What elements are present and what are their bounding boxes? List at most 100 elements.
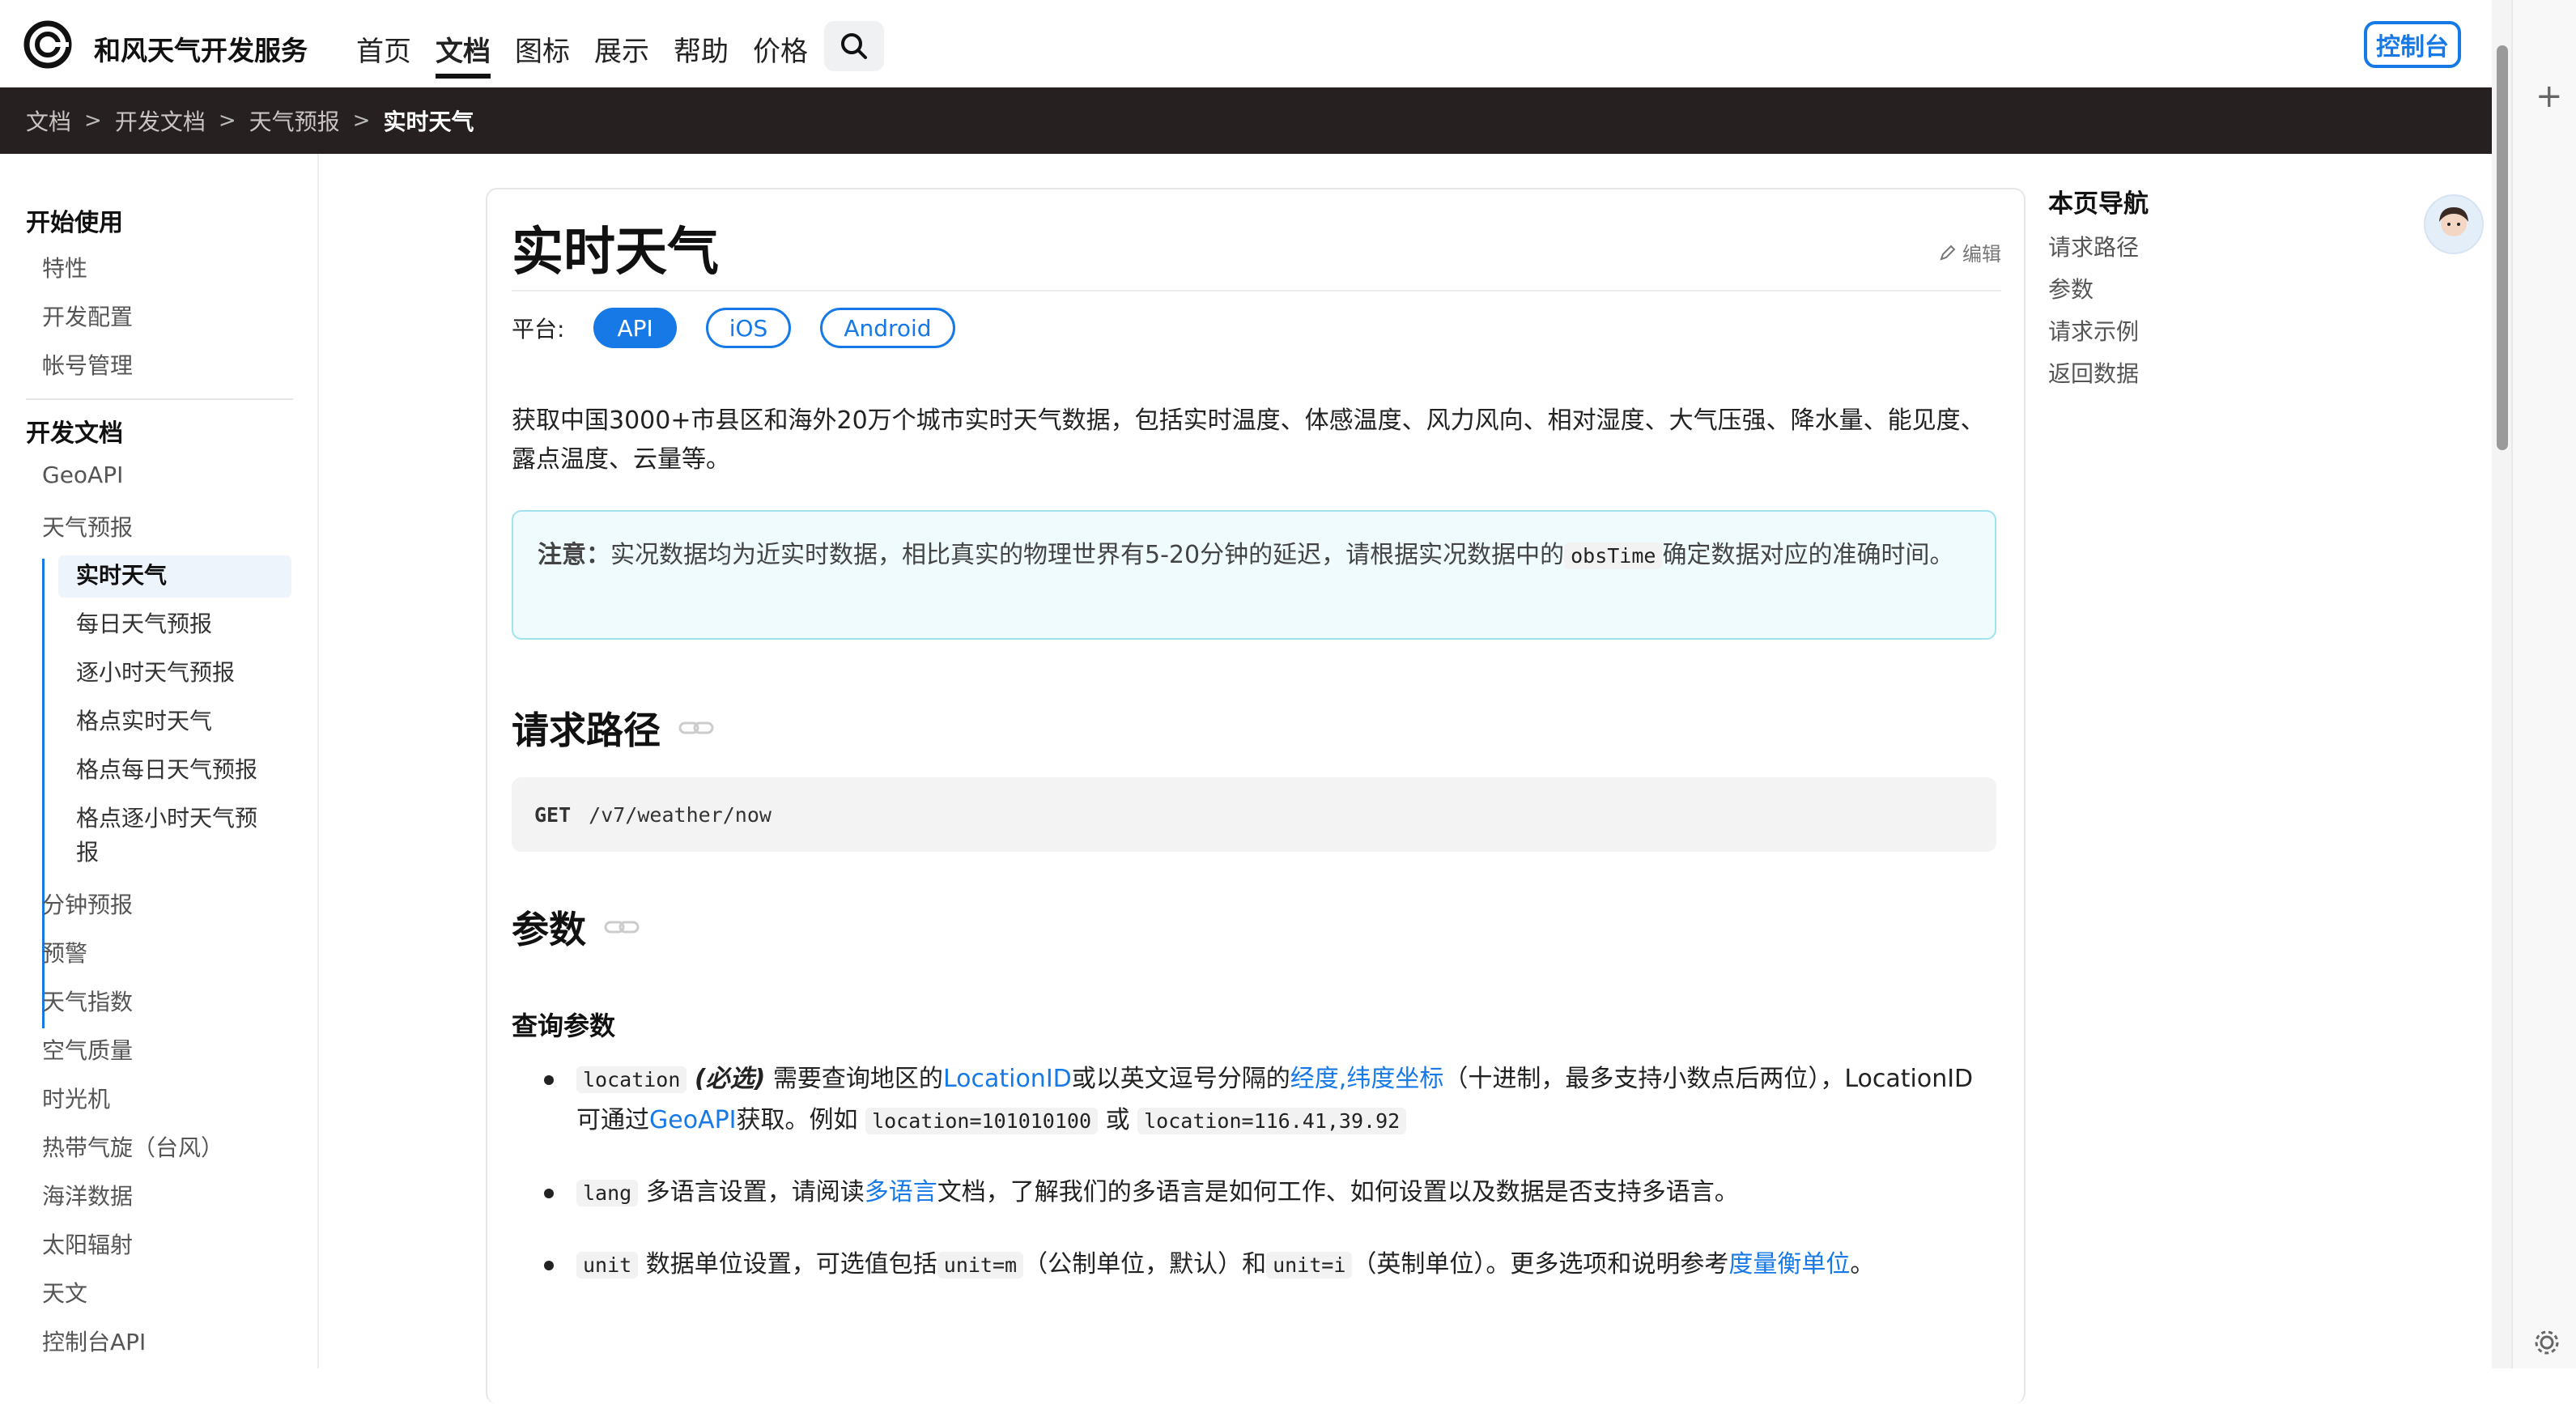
sidebar-section-getting-started[interactable]: 开始使用 <box>26 202 123 238</box>
toc-item-params[interactable]: 参数 <box>2048 272 2094 304</box>
link-i18n[interactable]: 多语言 <box>865 1178 937 1206</box>
link-units[interactable]: 度量衡单位 <box>1728 1250 1850 1278</box>
note-code: obsTime <box>1564 542 1663 569</box>
nav-showcase[interactable]: 展示 <box>594 29 649 79</box>
breadcrumb-forecast[interactable]: 天气预报 <box>249 104 340 137</box>
add-icon[interactable]: + <box>2536 78 2563 115</box>
param-lang: lang 多语言设置，请阅读多语言文档，了解我们的多语言是如何工作、如何设置以及… <box>544 1172 1993 1214</box>
sidebar-item-account[interactable]: 帐号管理 <box>42 348 133 381</box>
param-text: 数据单位设置，可选值包括 <box>645 1250 937 1278</box>
http-method: GET <box>534 802 572 827</box>
main-nav: 首页 文档 图标 展示 帮助 价格 <box>356 29 808 79</box>
breadcrumb-current: 实时天气 <box>383 108 474 135</box>
param-text: 文档，了解我们的多语言是如何工作、如何设置以及数据是否支持多语言。 <box>937 1178 1739 1206</box>
toc-item-example[interactable]: 请求示例 <box>2048 314 2139 347</box>
qweather-logo-icon[interactable] <box>23 19 73 70</box>
brand-name[interactable]: 和风天气开发服务 <box>94 29 308 68</box>
anchor-link-icon[interactable] <box>604 917 640 937</box>
assistant-avatar[interactable] <box>2424 194 2484 254</box>
sidebar-item-weather[interactable]: 天气预报 <box>42 510 133 542</box>
search-icon <box>841 33 867 59</box>
platform-label: 平台: <box>512 316 565 342</box>
platform-selector: 平台: API iOS Android <box>512 308 955 348</box>
sidebar-item-dev-config[interactable]: 开发配置 <box>42 300 133 332</box>
section-heading-params-text: 参数 <box>512 908 586 951</box>
scrollbar-thumb[interactable] <box>2497 45 2508 450</box>
sidebar-item-timemachine[interactable]: 时光机 <box>42 1082 110 1114</box>
link-locationid[interactable]: LocationID <box>943 1065 1072 1093</box>
note-text-2: 确定数据对应的准确时间。 <box>1662 541 1954 569</box>
sidebar-item-daily[interactable]: 每日天气预报 <box>76 607 212 641</box>
sidebar-item-hourly[interactable]: 逐小时天气预报 <box>76 656 235 690</box>
article-card: 实时天气 编辑 平台: API iOS Android 获取中国3000+市县区… <box>486 188 2026 1404</box>
browser-side-panel <box>2511 0 2576 1368</box>
sidebar-item-indices[interactable]: 天气指数 <box>42 985 133 1017</box>
pencil-icon <box>1940 245 1956 261</box>
nav-icons[interactable]: 图标 <box>515 29 570 79</box>
sidebar-divider <box>26 398 293 400</box>
sidebar-item-typhoon[interactable]: 热带气旋（台风） <box>42 1130 223 1163</box>
sidebar-item-grid-hourly[interactable]: 格点逐小时天气预报 <box>76 802 278 870</box>
example-code: location=101010100 <box>865 1108 1099 1134</box>
note-text-1: 实况数据均为近实时数据，相比真实的物理世界有5-20分钟的延迟，请根据实况数据中… <box>610 541 1565 569</box>
search-button[interactable] <box>824 21 884 71</box>
breadcrumb-dev-docs[interactable]: 开发文档 <box>115 104 206 137</box>
link-geoapi[interactable]: GeoAPI <box>649 1106 737 1134</box>
link-coordinates[interactable]: 经度,纬度坐标 <box>1290 1065 1444 1093</box>
param-code: location <box>576 1066 687 1093</box>
query-params-heading: 查询参数 <box>512 1010 616 1041</box>
platform-android-button[interactable]: Android <box>820 308 955 348</box>
breadcrumb-docs[interactable]: 文档 <box>26 104 71 137</box>
sidebar-item-geoapi[interactable]: GeoAPI <box>42 462 123 488</box>
nav-pricing[interactable]: 价格 <box>753 29 808 79</box>
request-path-codeblock: GET /v7/weather/now <box>512 777 1996 852</box>
example-code: location=116.41,39.92 <box>1137 1108 1407 1134</box>
anchor-link-icon[interactable] <box>678 718 714 738</box>
nav-docs[interactable]: 文档 <box>436 29 491 79</box>
sidebar-item-grid-now[interactable]: 格点实时天气 <box>76 704 212 738</box>
edit-link[interactable]: 编辑 <box>1938 238 2001 266</box>
nav-help[interactable]: 帮助 <box>674 29 729 79</box>
request-path: /v7/weather/now <box>589 802 772 827</box>
sidebar-item-warning[interactable]: 预警 <box>42 936 87 968</box>
avatar-icon <box>2439 207 2468 236</box>
sidebar-item-astronomy[interactable]: 天文 <box>42 1276 87 1308</box>
toc-item-path[interactable]: 请求路径 <box>2048 230 2139 262</box>
sidebar-item-now[interactable]: 实时天气 <box>76 559 167 593</box>
param-code: lang <box>576 1180 639 1206</box>
params-list: location (必选) 需要查询地区的LocationID或以英文逗号分隔的… <box>544 1059 1993 1317</box>
param-location: location (必选) 需要查询地区的LocationID或以英文逗号分隔的… <box>544 1059 1993 1142</box>
param-text: （英制单位）。更多选项和说明参考 <box>1352 1250 1729 1278</box>
sidebar-item-ocean[interactable]: 海洋数据 <box>42 1179 133 1211</box>
console-button[interactable]: 控制台 <box>2364 21 2461 68</box>
page-title: 实时天气 <box>512 223 719 283</box>
param-text: 或以英文逗号分隔的 <box>1071 1065 1290 1093</box>
required-tag: (必选) <box>694 1065 766 1093</box>
toc-title: 本页导航 <box>2048 189 2149 219</box>
note-label: 注意： <box>538 541 610 569</box>
breadcrumb-separator: > <box>352 108 371 133</box>
section-heading-params: 参数 <box>512 900 640 954</box>
sidebar-item-features[interactable]: 特性 <box>42 251 87 283</box>
nav-home[interactable]: 首页 <box>356 29 411 79</box>
platform-api-button[interactable]: API <box>593 308 677 348</box>
param-text: 获取。例如 <box>736 1106 858 1134</box>
sidebar-item-air[interactable]: 空气质量 <box>42 1033 133 1066</box>
param-text: （公制单位，默认）和 <box>1023 1250 1267 1278</box>
sidebar-item-minutely[interactable]: 分钟预报 <box>42 887 133 920</box>
breadcrumb-separator: > <box>218 108 236 133</box>
edit-label: 编辑 <box>1962 243 2001 266</box>
sidebar-item-solar[interactable]: 太阳辐射 <box>42 1227 133 1260</box>
section-heading-path-text: 请求路径 <box>512 708 661 752</box>
unit-code: unit=i <box>1266 1252 1353 1278</box>
toc-item-response[interactable]: 返回数据 <box>2048 356 2139 389</box>
breadcrumb-separator: > <box>84 108 102 133</box>
sidebar-item-grid-daily[interactable]: 格点每日天气预报 <box>76 753 257 787</box>
sidebar-item-console-api[interactable]: 控制台API <box>42 1325 146 1357</box>
platform-ios-button[interactable]: iOS <box>705 308 792 348</box>
param-text: 多语言设置，请阅读 <box>645 1178 865 1206</box>
sidebar-section-dev-docs[interactable]: 开发文档 <box>26 413 123 449</box>
title-divider <box>512 290 2001 291</box>
section-heading-path: 请求路径 <box>512 701 714 755</box>
gear-icon[interactable] <box>2532 1328 2561 1357</box>
